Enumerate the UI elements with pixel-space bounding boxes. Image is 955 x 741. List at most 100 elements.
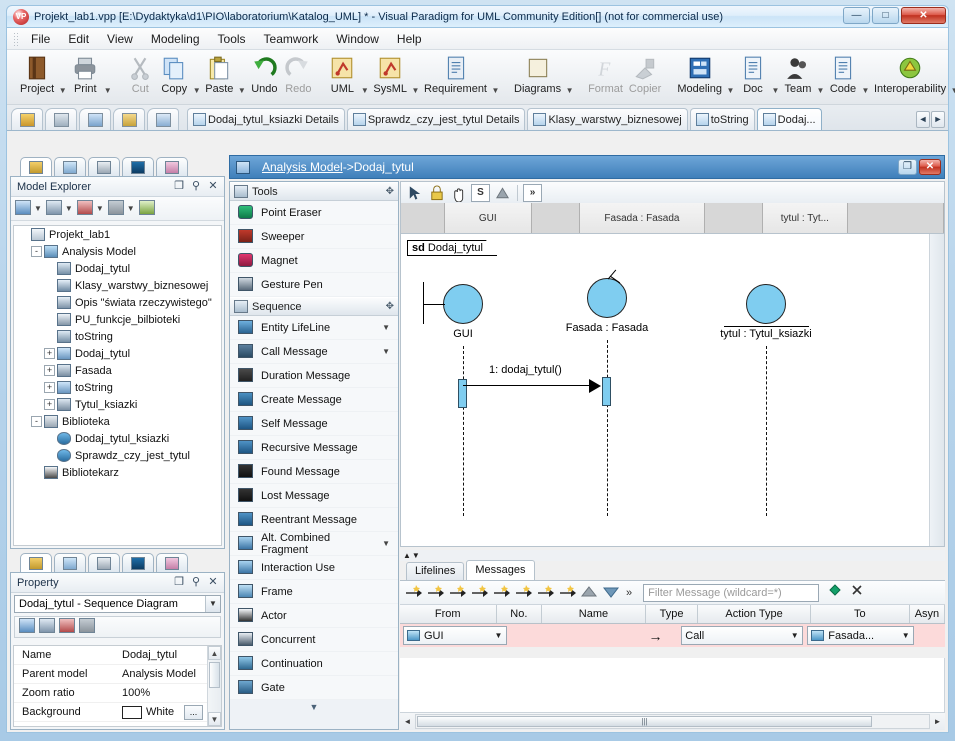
panel-tab-documentation[interactable] [88,553,120,572]
menu-file[interactable]: File [22,29,59,49]
tree-node[interactable]: Klasy_warstwy_biznesowej [14,277,221,294]
palette-item-gate[interactable]: Gate [230,676,398,700]
new-duration-message-icon[interactable] [426,583,445,602]
view-tab-save[interactable] [45,108,77,130]
color-picker-button[interactable]: ... [184,704,203,720]
hscroll-thumb[interactable]: ||| [417,716,872,727]
palette-item-alt-combined-fragment[interactable]: Alt. Combined Fragment ▼ [230,532,398,556]
tree-expander[interactable]: + [44,382,55,393]
collapse-icon[interactable] [107,199,126,218]
move-down-icon[interactable] [602,583,621,602]
property-row[interactable]: Parent model Analysis Model [14,665,221,684]
palette-item-actor[interactable]: Actor [230,604,398,628]
toolbar-print-button[interactable]: Print [68,53,102,95]
canvas-vertical-scrollbar[interactable] [929,234,944,546]
menu-tools[interactable]: Tools [209,29,255,49]
panel-tab-property[interactable] [20,553,52,572]
lifeline-gui[interactable]: GUI [423,282,483,516]
tree-expander[interactable]: + [44,399,55,410]
document-tab-0[interactable]: Dodaj_tytul_ksiazki Details [187,108,345,130]
activation-bar-target[interactable] [602,377,611,406]
message-grid-horizontal-scrollbar[interactable]: ◄ ||| ► [400,712,945,730]
tree-node[interactable]: Projekt_lab1 [14,226,221,243]
menu-teamwork[interactable]: Teamwork [255,29,328,49]
model-explorer-restore-button[interactable]: ❐ [172,180,186,194]
palette-item-self-message[interactable]: Self Message [230,412,398,436]
palette-scroll-down-icon[interactable]: ▼ [230,700,398,712]
menu-window[interactable]: Window [327,29,388,49]
toolbar-team-button[interactable]: Team [781,53,815,95]
tree-node[interactable]: Dodaj_tytul [14,260,221,277]
tree-node[interactable]: Opis "świata rzeczywistego" [14,294,221,311]
tree-node[interactable]: toString [14,328,221,345]
tab-scroll-right[interactable]: ► [931,111,945,128]
activation-bar-source[interactable] [458,379,467,408]
palette-item-concurrent[interactable]: Concurrent [230,628,398,652]
menu-help[interactable]: Help [388,29,431,49]
cell-type[interactable]: → [634,624,678,647]
message-arrow-line[interactable] [463,385,593,386]
chevron-down-icon[interactable]: ▼ [491,86,500,95]
filter-message-input[interactable]: Filter Message (wildcard=*) [643,583,820,602]
palette-item-frame[interactable]: Frame [230,580,398,604]
tree-node[interactable]: + toString [14,379,221,396]
palette-item-reentrant-message[interactable]: Reentrant Message [230,508,398,532]
chevron-down-icon[interactable]: ▼ [237,86,246,95]
categorized-icon[interactable] [19,618,37,636]
apply-filter-icon[interactable] [828,583,847,602]
chevron-down-icon[interactable]: ▼ [816,86,825,95]
diagram-tool-pointer[interactable] [405,184,424,202]
move-up-icon[interactable] [580,583,599,602]
lifeline-fasada[interactable]: Fasada : Fasada [566,269,648,516]
tree-expander[interactable]: - [31,246,42,257]
splitter-up-icon[interactable]: ▲ [403,551,411,560]
toolbar-undo-button[interactable]: Undo [247,53,281,95]
model-explorer-pin-button[interactable]: ⚲ [189,180,203,194]
palette-drag-handle[interactable]: ✥ [386,301,394,312]
tab-lifelines[interactable]: Lifelines [406,562,465,580]
chevron-down-icon[interactable]: ▼ [787,631,802,640]
panel-tab-zoom[interactable] [54,553,86,572]
palette-item-point-eraser[interactable]: Point Eraser [230,201,398,225]
panel-tab-overview[interactable] [122,553,154,572]
sort-icon[interactable] [76,199,95,218]
menu-modeling[interactable]: Modeling [142,29,209,49]
tree-expander[interactable]: - [31,416,42,427]
column-header-name[interactable]: Name [542,605,646,623]
menu-view[interactable]: View [98,29,142,49]
tree-node[interactable]: PU_funkcje_bilbioteki [14,311,221,328]
property-row[interactable]: Background White... [14,703,221,722]
chevron-down-icon[interactable]: ▼ [360,86,369,95]
chevron-down-icon[interactable]: ▼ [58,86,67,95]
palette-section-sequence[interactable]: Sequence ✥ [230,297,398,316]
property-target-selector[interactable]: Dodaj_tytul - Sequence Diagram ▼ [14,595,221,613]
tree-node[interactable]: Bibliotekarz [14,464,221,481]
column-header-type[interactable]: Type [646,605,699,623]
model-tree[interactable]: Projekt_lab1- Analysis Model Dodaj_tytul Kl… [13,225,222,546]
scroll-thumb[interactable] [209,662,220,688]
lifeline-tytul[interactable]: tytul : Tytul_ksiazki [720,284,812,516]
tree-node[interactable]: + Dodaj_tytul [14,345,221,362]
document-tab-2[interactable]: Klasy_warstwy_biznesowej [527,108,688,130]
combo-to[interactable]: Fasada... ▼ [807,626,915,645]
palette-item-found-message[interactable]: Found Message [230,460,398,484]
tab-messages[interactable]: Messages [466,560,535,580]
toolbar-requirement-button[interactable]: Requirement [421,53,490,95]
column-header-to[interactable]: To [811,605,910,623]
new-self-message-icon[interactable] [470,583,489,602]
chevron-down-icon[interactable]: ▼ [491,631,506,640]
hscroll-left-icon[interactable]: ◄ [400,714,415,730]
tree-node[interactable]: Sprawdz_czy_jest_tytul [14,447,221,464]
toolbar-sysml-button[interactable]: SysML [370,53,410,95]
chevron-down-icon[interactable]: ▼ [65,204,73,213]
maximize-button[interactable]: □ [872,7,899,24]
expand-all-icon[interactable] [59,618,77,636]
scroll-up-icon[interactable]: ▲ [208,646,221,660]
diagram-tool-more[interactable]: » [523,183,542,202]
new-reentrant-message-icon[interactable] [558,583,577,602]
toolbar-modeling-button[interactable]: Modeling [674,53,725,95]
refresh-icon[interactable] [138,199,157,218]
chevron-down-icon[interactable]: ▼ [192,86,201,95]
tree-node[interactable]: + Tytul_ksiazki [14,396,221,413]
panel-tab-model-structure[interactable] [122,157,154,176]
